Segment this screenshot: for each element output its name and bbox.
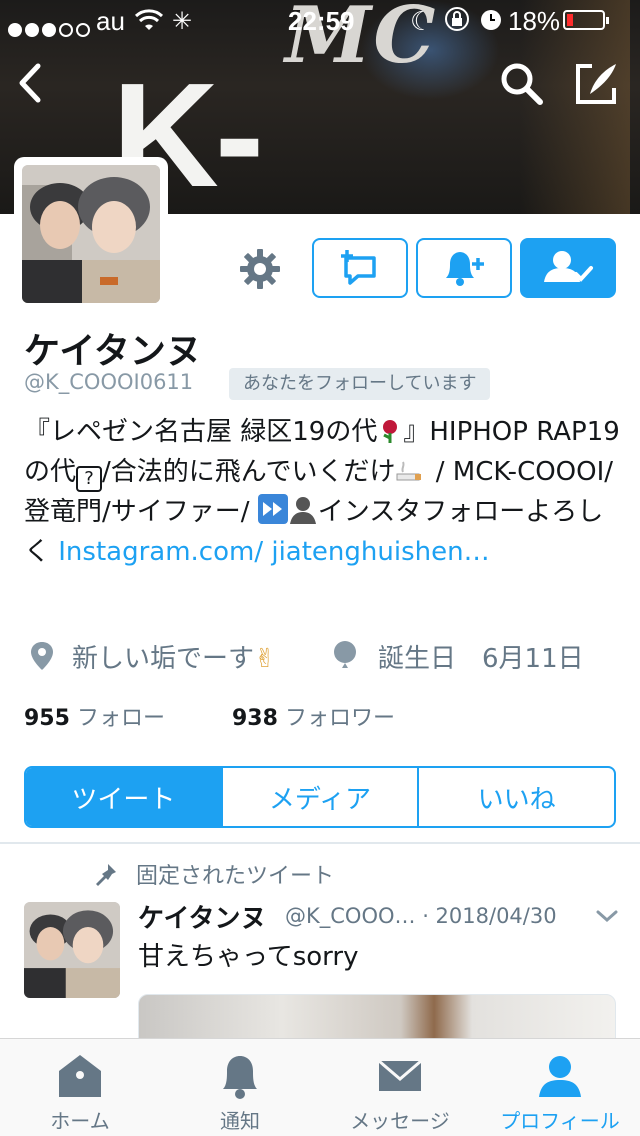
status-time: 22:59 <box>288 6 355 36</box>
followers-stat[interactable]: 938 フォロワー <box>232 700 395 732</box>
status-bar: au ✳ 22:59 ☾ 18% <box>0 0 640 40</box>
tab-bar-label: プロフィール <box>500 1109 620 1133</box>
tweet-avatar-photo <box>24 902 120 998</box>
person-icon <box>539 1056 581 1097</box>
profile-handle: @K_COOOI0611 <box>24 370 194 394</box>
profile-avatar-frame[interactable] <box>14 157 168 311</box>
following-count: 955 <box>24 706 70 731</box>
search-button[interactable] <box>496 58 546 108</box>
bottom-tab-bar: ホーム 通知 メッセージ プロフィール <box>0 1038 640 1136</box>
chevron-down-icon <box>596 910 618 923</box>
profile-bio: 『レペゼン名古屋 緑区19の代 』HIPHOP RAP19の代?/合法的に飛んでい… <box>24 412 624 572</box>
search-icon <box>501 63 543 105</box>
tweet-avatar[interactable] <box>24 902 120 998</box>
signal-dot <box>8 23 22 37</box>
compose-button[interactable] <box>572 58 622 108</box>
signal-dot <box>76 23 90 37</box>
silhouette-emoji-icon <box>288 494 318 524</box>
message-plus-icon <box>341 250 376 285</box>
followers-count: 938 <box>232 706 278 731</box>
profile-name: ケイタンヌ <box>24 331 202 372</box>
location-pin-icon <box>31 642 53 670</box>
follows-you-badge: あなたをフォローしています <box>229 368 491 400</box>
do-not-disturb-icon: ☾ <box>410 6 434 36</box>
rotation-lock-icon <box>444 6 470 39</box>
following-button[interactable] <box>520 238 616 298</box>
location-text: 新しい垢でーす <box>72 644 255 674</box>
alarm-icon <box>478 6 504 39</box>
balloon-icon <box>334 641 356 668</box>
profile-location: 新しい垢でーす✌ <box>72 638 276 675</box>
notifications-button[interactable] <box>416 238 512 298</box>
tab-bar-home[interactable]: ホーム <box>0 1039 160 1136</box>
battery-icon <box>563 10 609 30</box>
section-divider <box>0 842 640 844</box>
settings-button[interactable] <box>238 247 282 291</box>
gear-icon <box>240 249 280 289</box>
fast-forward-emoji-icon <box>257 494 288 524</box>
victory-hand-emoji-icon: ✌ <box>254 644 276 674</box>
banner-text-name: K-COOOI <box>112 53 589 215</box>
carrier-name: au <box>96 6 125 36</box>
direct-message-button[interactable] <box>312 238 408 298</box>
signal-dot <box>59 23 73 37</box>
activity-spinner-icon: ✳ <box>172 8 193 35</box>
battery-tip <box>606 17 609 24</box>
pin-icon <box>96 864 116 886</box>
rose-emoji-icon <box>377 416 403 443</box>
tweet-options-button[interactable] <box>594 906 620 926</box>
profile-avatar[interactable] <box>22 165 160 303</box>
wifi-icon <box>134 8 164 39</box>
tweet-handle-date: @K_COOO… · 2018/04/30 <box>285 904 557 928</box>
compose-icon <box>576 64 616 104</box>
cigarette-emoji-icon <box>395 456 427 482</box>
tweet-text: 甘えちゃってsorry <box>138 942 359 972</box>
tab-media[interactable]: メディア <box>220 768 418 826</box>
tab-bar-label: メッセージ <box>350 1109 450 1133</box>
pinned-tweet-label: 固定されたツイート <box>136 864 335 889</box>
person-check-icon <box>544 251 593 282</box>
tab-bar-profile[interactable]: プロフィール <box>480 1039 640 1136</box>
tab-bar-notifications[interactable]: 通知 <box>160 1039 320 1136</box>
profile-birthday: 誕生日 6月11日 <box>378 644 584 674</box>
mail-icon <box>378 1059 422 1091</box>
profile-meta: 新しい垢でーす✌ 誕生日 6月11日 <box>24 636 624 676</box>
home-icon <box>59 1055 101 1097</box>
following-stat[interactable]: 955 フォロー <box>24 700 165 732</box>
tab-tweets[interactable]: ツイート <box>26 768 221 826</box>
profile-tabs: ツイート メディア いいね <box>24 766 616 828</box>
avatar-photo <box>22 165 160 303</box>
bio-text: /合法的に飛んでいくだけ <box>102 457 396 487</box>
tab-bar-label: ホーム <box>50 1109 110 1133</box>
bell-icon <box>223 1056 257 1099</box>
question-box-emoji-icon: ? <box>76 466 103 492</box>
tab-bar-messages[interactable]: メッセージ <box>320 1039 480 1136</box>
followers-label: フォロワー <box>284 706 395 731</box>
signal-dot <box>25 23 39 37</box>
bio-link[interactable]: Instagram.com/ jiatenghuishen… <box>58 537 489 567</box>
bio-text: 『レペゼン名古屋 緑区19の代 <box>24 417 378 447</box>
tweet-author-name[interactable]: ケイタンヌ <box>138 898 266 935</box>
signal-strength-icon <box>8 13 93 44</box>
back-icon <box>19 63 41 103</box>
tab-bar-label: 通知 <box>220 1109 260 1133</box>
bell-plus-icon <box>446 252 484 286</box>
battery-percent: 18% <box>508 6 561 36</box>
back-button[interactable] <box>12 58 52 108</box>
tab-likes[interactable]: いいね <box>417 768 614 826</box>
signal-dot <box>42 23 56 37</box>
following-label: フォロー <box>76 706 165 731</box>
battery-level <box>567 14 573 26</box>
